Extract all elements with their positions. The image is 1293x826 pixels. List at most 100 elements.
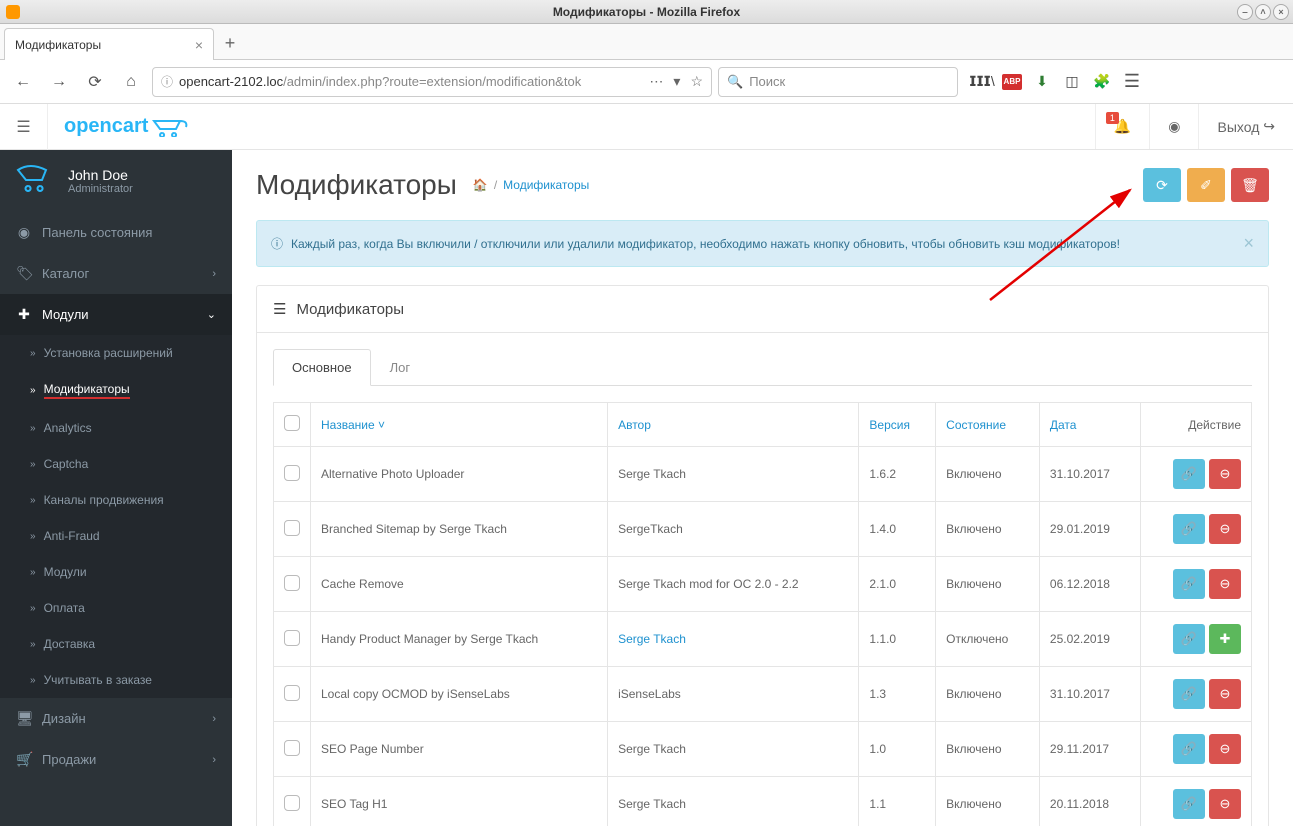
cell-version: 1.6.2: [859, 447, 936, 502]
sidebar-item-catalog[interactable]: 🏷 Каталог ›: [0, 253, 232, 294]
sub-item-installer[interactable]: »Установка расширений: [0, 335, 232, 371]
author-link[interactable]: Serge Tkach: [618, 632, 686, 646]
home-icon[interactable]: 🏠: [473, 178, 488, 192]
breadcrumb-link[interactable]: Модификаторы: [503, 178, 589, 192]
logout-button[interactable]: Выход ↪: [1198, 104, 1293, 149]
downloads-icon[interactable]: ⬇: [1032, 72, 1052, 92]
link-button[interactable]: 🔗: [1173, 679, 1205, 709]
col-name[interactable]: Название ˅: [321, 418, 385, 432]
sub-item-shipping[interactable]: »Доставка: [0, 626, 232, 662]
browser-tab[interactable]: Модификаторы ×: [4, 28, 214, 60]
nav-label: Панель состояния: [42, 225, 152, 240]
table-row: Cache Remove Serge Tkach mod for OC 2.0 …: [274, 557, 1252, 612]
cell-name: Handy Product Manager by Serge Tkach: [311, 612, 608, 667]
url-bar[interactable]: ⓘ opencart-2102.loc/admin/index.php?rout…: [152, 67, 712, 97]
close-window-button[interactable]: ×: [1273, 4, 1289, 20]
user-block: John Doe Administrator: [0, 150, 232, 212]
maximize-button[interactable]: ˄: [1255, 4, 1271, 20]
cell-version: 1.1.0: [859, 612, 936, 667]
row-checkbox[interactable]: [284, 575, 300, 591]
new-tab-button[interactable]: +: [214, 27, 246, 59]
sidebar-item-design[interactable]: 🖥 Дизайн ›: [0, 698, 232, 739]
sub-item-antifraud[interactable]: »Anti-Fraud: [0, 518, 232, 554]
link-button[interactable]: 🔗: [1173, 459, 1205, 489]
author-text: SergeTkach: [618, 522, 683, 536]
toggle-button[interactable]: ⊖: [1209, 734, 1241, 764]
menu-icon[interactable]: ☰: [1122, 72, 1142, 92]
sub-item-captcha[interactable]: »Captcha: [0, 446, 232, 482]
clear-button[interactable]: ✐: [1187, 168, 1225, 202]
row-checkbox[interactable]: [284, 740, 300, 756]
abp-icon[interactable]: ABP: [1002, 74, 1022, 90]
toggle-button[interactable]: ✚: [1209, 624, 1241, 654]
alert-close-button[interactable]: ×: [1243, 233, 1254, 254]
arrow-icon: »: [30, 567, 36, 578]
sub-item-totals[interactable]: »Учитывать в заказе: [0, 662, 232, 698]
sub-item-modules[interactable]: »Модули: [0, 554, 232, 590]
chevron-right-icon: ›: [212, 754, 216, 766]
cell-version: 1.4.0: [859, 502, 936, 557]
toggle-button[interactable]: ⊖: [1209, 514, 1241, 544]
sub-item-feeds[interactable]: »Каналы продвижения: [0, 482, 232, 518]
sidebar-toggle[interactable]: ☰: [0, 104, 48, 150]
logout-label: Выход: [1217, 119, 1259, 135]
home-button[interactable]: ⌂: [116, 67, 146, 97]
sidebar-icon[interactable]: ◫: [1062, 72, 1082, 92]
back-button[interactable]: ←: [8, 67, 38, 97]
sub-item-payments[interactable]: »Оплата: [0, 590, 232, 626]
tab-main[interactable]: Основное: [273, 349, 371, 386]
toggle-button[interactable]: ⊖: [1209, 459, 1241, 489]
sidebar-item-extensions[interactable]: ✚ Модули ⌄: [0, 294, 232, 335]
puzzle-icon[interactable]: 🧩: [1092, 72, 1112, 92]
sidebar-item-sales[interactable]: 🛒 Продажи ›: [0, 739, 232, 780]
toggle-icon: ⊖: [1220, 576, 1231, 592]
toggle-button[interactable]: ⊖: [1209, 789, 1241, 819]
link-button[interactable]: 🔗: [1173, 734, 1205, 764]
library-icon[interactable]: 𝗜𝗜𝗜\: [972, 72, 992, 92]
toggle-button[interactable]: ⊖: [1209, 569, 1241, 599]
tab-log[interactable]: Лог: [371, 349, 430, 386]
toggle-button[interactable]: ⊖: [1209, 679, 1241, 709]
row-checkbox[interactable]: [284, 630, 300, 646]
col-date[interactable]: Дата: [1050, 418, 1077, 432]
minimize-button[interactable]: ‒: [1237, 4, 1253, 20]
author-text: Serge Tkach: [618, 467, 686, 481]
forward-button[interactable]: →: [44, 67, 74, 97]
toggle-icon: ⊖: [1220, 466, 1231, 482]
link-icon: 🔗: [1181, 686, 1197, 702]
search-icon: 🔍: [727, 74, 743, 90]
row-checkbox[interactable]: [284, 795, 300, 811]
help-button[interactable]: ◉: [1149, 104, 1198, 149]
row-checkbox[interactable]: [284, 685, 300, 701]
col-version[interactable]: Версия: [869, 418, 910, 432]
sub-item-modifications[interactable]: »Модификаторы: [0, 371, 232, 410]
col-status[interactable]: Состояние: [946, 418, 1006, 432]
select-all-checkbox[interactable]: [284, 415, 300, 431]
search-bar[interactable]: 🔍 Поиск: [718, 67, 958, 97]
opencart-logo[interactable]: opencart: [48, 115, 208, 138]
sub-item-analytics[interactable]: »Analytics: [0, 410, 232, 446]
link-button[interactable]: 🔗: [1173, 789, 1205, 819]
refresh-button[interactable]: ⟳: [1143, 168, 1181, 202]
row-checkbox[interactable]: [284, 465, 300, 481]
link-icon: 🔗: [1181, 576, 1197, 592]
col-author[interactable]: Автор: [618, 418, 651, 432]
link-button[interactable]: 🔗: [1173, 514, 1205, 544]
notifications-button[interactable]: 1 🔔: [1095, 104, 1149, 149]
reload-button[interactable]: ⟳: [80, 67, 110, 97]
table-row: Local copy OCMOD by iSenseLabs iSenseLab…: [274, 667, 1252, 722]
cell-date: 25.02.2019: [1039, 612, 1140, 667]
tab-close-icon[interactable]: ×: [195, 37, 203, 53]
bookmark-star-icon[interactable]: ☆: [690, 73, 703, 90]
link-button[interactable]: 🔗: [1173, 569, 1205, 599]
sidebar-item-dashboard[interactable]: ◉ Панель состояния: [0, 212, 232, 253]
firefox-icon: [6, 5, 20, 19]
chevron-right-icon: ›: [212, 713, 216, 725]
browser-toolbar: ← → ⟳ ⌂ ⓘ opencart-2102.loc/admin/index.…: [0, 60, 1293, 104]
url-more-icon[interactable]: ⋯: [649, 73, 663, 90]
row-checkbox[interactable]: [284, 520, 300, 536]
link-button[interactable]: 🔗: [1173, 624, 1205, 654]
author-text: Serge Tkach: [618, 742, 686, 756]
reader-icon[interactable]: ▾: [673, 73, 680, 90]
delete-button[interactable]: 🗑: [1231, 168, 1269, 202]
